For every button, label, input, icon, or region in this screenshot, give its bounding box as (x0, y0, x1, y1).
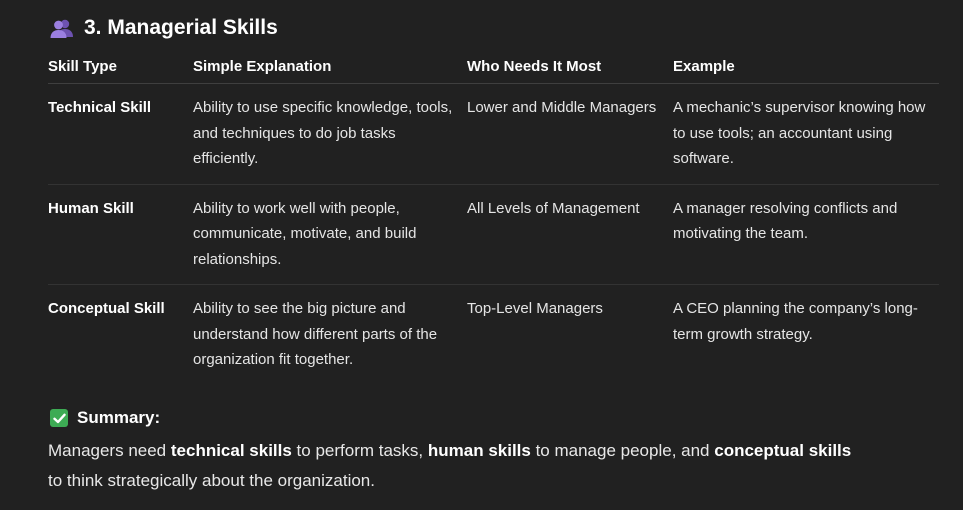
summary-text: Managers need technical skills to perfor… (48, 436, 868, 496)
column-header-example: Example (673, 52, 939, 84)
cell-skill-type: Conceptual Skill (48, 300, 165, 317)
summary-label: Summary: (77, 408, 161, 427)
cell-explanation: Ability to see the big picture and under… (193, 300, 438, 368)
cell-example: A CEO planning the company’s long-term g… (673, 300, 918, 343)
summary-bold-human: human skills (427, 441, 531, 460)
summary-bold-conceptual: conceptual skills (714, 441, 852, 460)
summary-text-part: Managers need (48, 441, 171, 460)
column-header-explanation: Simple Explanation (193, 52, 467, 84)
table-row: Human Skill Ability to work well with pe… (48, 184, 939, 285)
table-row: Conceptual Skill Ability to see the big … (48, 285, 939, 385)
check-mark-icon (50, 409, 68, 427)
cell-explanation: Ability to use specific knowledge, tools… (193, 83, 467, 185)
cell-who-needs: Lower and Middle Managers (467, 83, 673, 185)
cell-who-needs: All Levels of Management (467, 184, 673, 285)
section-heading: 3. Managerial Skills (50, 16, 278, 40)
skills-table: Skill Type Simple Explanation Who Needs … (48, 52, 939, 385)
cell-example: A manager resolving conflicts and motiva… (673, 184, 939, 285)
summary-bold-technical: technical skills (170, 441, 292, 460)
cell-skill-type: Technical Skill (48, 83, 193, 185)
summary-text-part: to manage people, and (530, 441, 715, 460)
cell-skill-type: Human Skill (48, 184, 193, 285)
column-header-who-needs: Who Needs It Most (467, 52, 673, 84)
column-header-skill-type: Skill Type (48, 52, 193, 84)
table-row: Technical Skill Ability to use specific … (48, 83, 939, 185)
table-header-row: Skill Type Simple Explanation Who Needs … (48, 52, 939, 84)
summary-text-part: to perform tasks, (291, 441, 428, 460)
cell-explanation: Ability to work well with people, commun… (193, 184, 467, 285)
summary-text-part: to think strategically about the organiz… (48, 471, 375, 490)
section-title: 3. Managerial Skills (84, 16, 278, 39)
cell-example: A mechanic’s supervisor knowing how to u… (673, 83, 939, 185)
summary-heading: Summary: (50, 408, 160, 428)
cell-who-needs: Top-Level Managers (467, 300, 603, 317)
people-icon (50, 18, 74, 38)
